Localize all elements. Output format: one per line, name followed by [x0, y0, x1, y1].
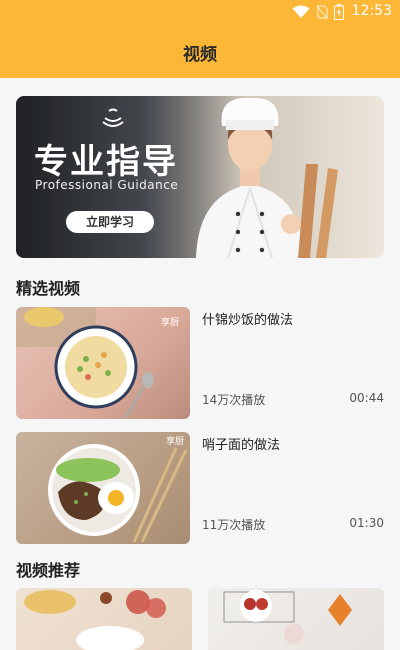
video-card-1[interactable]: 享厨 什锦炒饭的做法 14万次播放 00:44	[16, 307, 384, 419]
chef-illustration	[196, 97, 338, 258]
noodles-image: 享厨	[16, 432, 190, 544]
status-bar: 12:53	[0, 0, 400, 24]
recommend-thumbnail	[223, 590, 352, 644]
status-icons	[292, 4, 344, 20]
video-card-2[interactable]: 享厨 哨子面的做法 11万次播放 01:30	[16, 432, 384, 544]
wifi-icon	[292, 5, 310, 18]
video-duration: 00:44	[349, 391, 384, 405]
banner-subtitle: Professional Guidance	[35, 178, 179, 192]
video-thumbnail[interactable]: 享厨	[16, 307, 190, 419]
status-time: 12:53	[351, 3, 392, 19]
video-title[interactable]: 什锦炒饭的做法	[202, 309, 293, 328]
recommend-video-card-2[interactable]	[208, 588, 384, 650]
fried-rice-image: 享厨	[16, 307, 179, 418]
svg-text:享厨: 享厨	[166, 435, 184, 447]
recommend-section-title: 视频推荐	[16, 561, 81, 580]
featured-section-title: 精选视频	[16, 279, 81, 298]
page-title: 视频	[183, 45, 217, 65]
svg-text:享厨: 享厨	[161, 316, 179, 328]
battery-icon	[334, 4, 344, 20]
brand-logo-icon	[102, 108, 124, 127]
recommend-video-card-1[interactable]	[16, 588, 192, 650]
video-thumbnail[interactable]: 享厨	[16, 432, 190, 544]
banner[interactable]: 专业指导 Professional Guidance 立即学习	[16, 96, 384, 258]
video-play-count: 11万次播放	[202, 518, 266, 532]
video-play-count: 14万次播放	[202, 393, 266, 407]
video-title[interactable]: 哨子面的做法	[202, 434, 280, 453]
main-content[interactable]: 专业指导 Professional Guidance 立即学习 精选视频 享厨 …	[0, 78, 400, 650]
recommend-thumbnail	[24, 590, 166, 650]
learn-now-button[interactable]: 立即学习	[66, 211, 154, 233]
app-header: 12:53 视频	[0, 0, 400, 78]
no-sim-icon	[316, 5, 328, 19]
video-duration: 01:30	[349, 516, 384, 530]
banner-title: 专业指导	[34, 142, 178, 182]
